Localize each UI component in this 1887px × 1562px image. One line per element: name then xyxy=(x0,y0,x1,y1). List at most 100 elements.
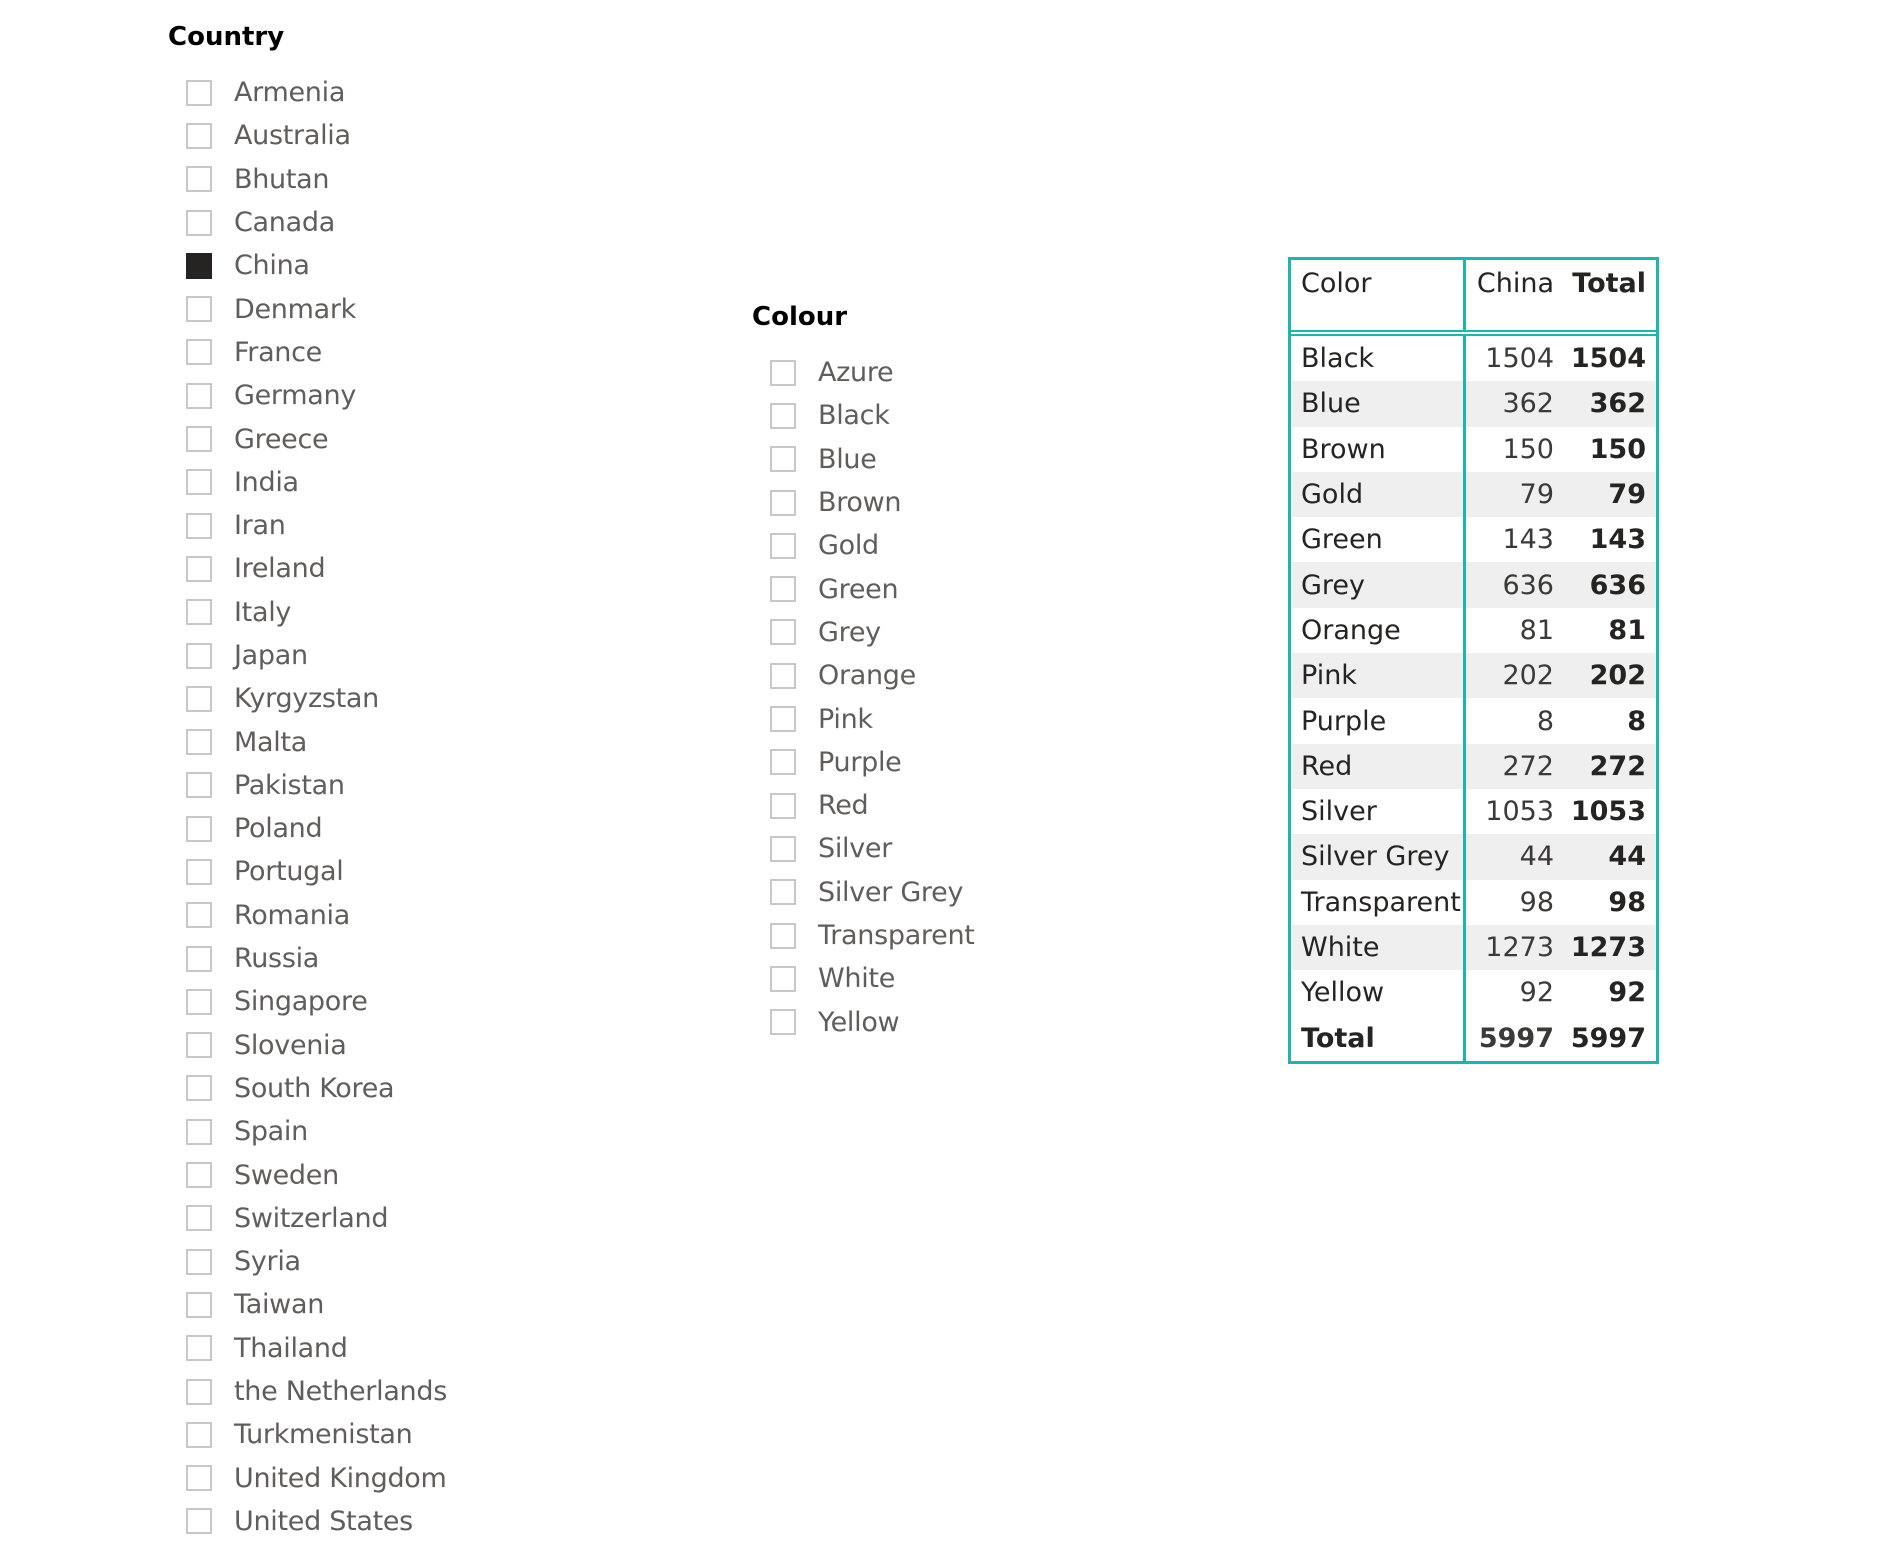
checkbox[interactable] xyxy=(770,402,796,429)
checkbox[interactable] xyxy=(186,512,212,539)
country-item[interactable]: Sweden xyxy=(186,1153,447,1196)
checkbox[interactable] xyxy=(186,599,212,626)
country-item[interactable]: Denmark xyxy=(186,287,447,330)
country-item[interactable]: Bhutan xyxy=(186,158,447,201)
colour-item[interactable]: Transparent xyxy=(770,914,975,957)
country-item[interactable]: South Korea xyxy=(186,1067,447,1110)
checkbox[interactable] xyxy=(186,1465,212,1492)
country-item[interactable]: Switzerland xyxy=(186,1197,447,1240)
country-item[interactable]: Slovenia xyxy=(186,1024,447,1067)
checkbox[interactable] xyxy=(770,489,796,516)
checkbox[interactable] xyxy=(186,469,212,496)
checkbox[interactable] xyxy=(770,359,796,386)
checkbox[interactable] xyxy=(186,1421,212,1448)
checkbox[interactable] xyxy=(186,1335,212,1362)
country-item[interactable]: Malta xyxy=(186,720,447,763)
checkbox[interactable] xyxy=(770,835,796,862)
checkbox[interactable] xyxy=(186,1291,212,1318)
checkbox[interactable] xyxy=(770,922,796,949)
colour-item[interactable]: Green xyxy=(770,567,975,610)
header-total[interactable]: Total xyxy=(1564,260,1656,336)
country-item[interactable]: Thailand xyxy=(186,1327,447,1370)
checkbox[interactable] xyxy=(186,685,212,712)
country-item[interactable]: the Netherlands xyxy=(186,1370,447,1413)
checkbox[interactable] xyxy=(186,426,212,453)
checkbox[interactable] xyxy=(186,772,212,799)
colour-item[interactable]: Black xyxy=(770,394,975,437)
checkbox[interactable] xyxy=(186,1508,212,1535)
checkbox[interactable] xyxy=(770,792,796,819)
colour-item[interactable]: Red xyxy=(770,784,975,827)
header-color[interactable]: Color xyxy=(1291,260,1466,336)
checkbox[interactable] xyxy=(770,576,796,603)
checkbox[interactable] xyxy=(186,1032,212,1059)
checkbox[interactable] xyxy=(186,858,212,885)
checkbox[interactable] xyxy=(186,339,212,366)
country-item[interactable]: Kyrgyzstan xyxy=(186,677,447,720)
colour-item[interactable]: Purple xyxy=(770,741,975,784)
checkbox[interactable] xyxy=(186,555,212,582)
checkbox-checked[interactable] xyxy=(186,252,212,279)
country-item[interactable]: Turkmenistan xyxy=(186,1413,447,1456)
colour-item[interactable]: Silver xyxy=(770,827,975,870)
checkbox[interactable] xyxy=(770,749,796,776)
country-item[interactable]: Syria xyxy=(186,1240,447,1283)
country-item[interactable]: Singapore xyxy=(186,980,447,1023)
colour-item[interactable]: Gold xyxy=(770,524,975,567)
country-item[interactable]: Canada xyxy=(186,201,447,244)
country-item[interactable]: Taiwan xyxy=(186,1283,447,1326)
checkbox[interactable] xyxy=(186,1248,212,1275)
checkbox[interactable] xyxy=(186,945,212,972)
colour-item[interactable]: Grey xyxy=(770,611,975,654)
country-item[interactable]: Portugal xyxy=(186,850,447,893)
country-item[interactable]: Poland xyxy=(186,807,447,850)
country-item[interactable]: United Kingdom xyxy=(186,1457,447,1500)
colour-item[interactable]: Silver Grey xyxy=(770,871,975,914)
checkbox[interactable] xyxy=(186,296,212,323)
checkbox[interactable] xyxy=(770,446,796,473)
checkbox[interactable] xyxy=(770,706,796,733)
checkbox[interactable] xyxy=(186,209,212,236)
country-item[interactable]: Australia xyxy=(186,114,447,157)
checkbox[interactable] xyxy=(186,122,212,149)
checkbox[interactable] xyxy=(186,1075,212,1102)
country-item[interactable]: China xyxy=(186,244,447,287)
country-item[interactable]: Russia xyxy=(186,937,447,980)
checkbox[interactable] xyxy=(770,532,796,559)
country-item[interactable]: Italy xyxy=(186,591,447,634)
country-item[interactable]: Romania xyxy=(186,894,447,937)
checkbox[interactable] xyxy=(186,642,212,669)
colour-item[interactable]: Pink xyxy=(770,697,975,740)
colour-item[interactable]: Blue xyxy=(770,438,975,481)
checkbox[interactable] xyxy=(186,729,212,756)
country-item[interactable]: Germany xyxy=(186,374,447,417)
country-item[interactable]: India xyxy=(186,461,447,504)
country-item[interactable]: Pakistan xyxy=(186,764,447,807)
country-item[interactable]: Spain xyxy=(186,1110,447,1153)
checkbox[interactable] xyxy=(770,879,796,906)
country-item[interactable]: Iran xyxy=(186,504,447,547)
checkbox[interactable] xyxy=(770,965,796,992)
colour-item[interactable]: Brown xyxy=(770,481,975,524)
checkbox[interactable] xyxy=(186,166,212,193)
colour-item[interactable]: Orange xyxy=(770,654,975,697)
checkbox[interactable] xyxy=(770,1009,796,1036)
checkbox[interactable] xyxy=(186,815,212,842)
country-item[interactable]: Armenia xyxy=(186,71,447,114)
checkbox[interactable] xyxy=(770,619,796,646)
checkbox[interactable] xyxy=(186,902,212,929)
checkbox[interactable] xyxy=(186,1118,212,1145)
country-item[interactable]: Greece xyxy=(186,417,447,460)
country-item[interactable]: France xyxy=(186,331,447,374)
checkbox[interactable] xyxy=(770,662,796,689)
colour-item[interactable]: White xyxy=(770,957,975,1000)
country-item[interactable]: United States xyxy=(186,1500,447,1543)
colour-item[interactable]: Yellow xyxy=(770,1000,975,1043)
checkbox[interactable] xyxy=(186,1205,212,1232)
country-item[interactable]: Japan xyxy=(186,634,447,677)
country-item[interactable]: Ireland xyxy=(186,547,447,590)
checkbox[interactable] xyxy=(186,382,212,409)
checkbox[interactable] xyxy=(186,988,212,1015)
checkbox[interactable] xyxy=(186,1162,212,1189)
checkbox[interactable] xyxy=(186,1378,212,1405)
